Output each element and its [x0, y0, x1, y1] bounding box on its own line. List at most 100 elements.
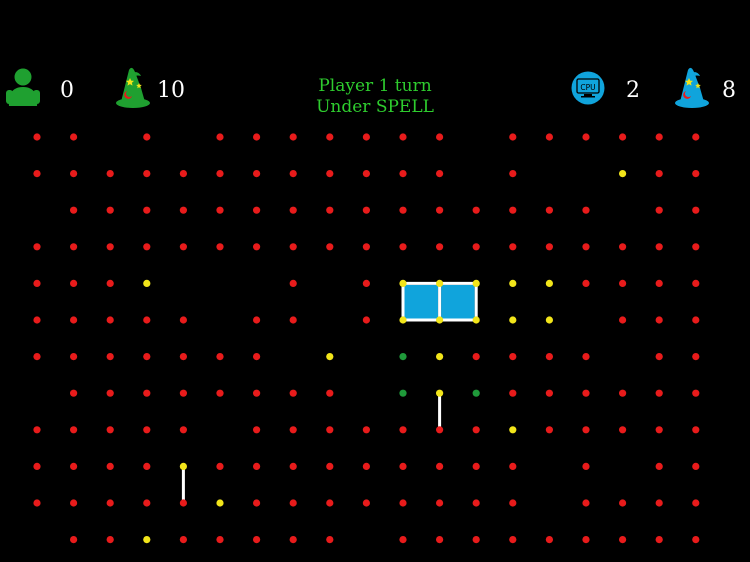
grid-dot[interactable]: [253, 426, 261, 434]
grid-dot[interactable]: [545, 536, 554, 544]
grid-dot[interactable]: [655, 426, 663, 434]
grid-dot-hint[interactable]: [399, 389, 407, 397]
grid-dot[interactable]: [106, 499, 114, 507]
grid-dot[interactable]: [582, 243, 590, 251]
grid-dot[interactable]: [692, 499, 700, 507]
grid-dot[interactable]: [70, 133, 78, 141]
grid-dot[interactable]: [472, 462, 480, 470]
grid-dot[interactable]: [326, 243, 334, 251]
grid-dot[interactable]: [106, 243, 114, 251]
grid-dot-hint[interactable]: [472, 389, 480, 397]
grid-dot[interactable]: [582, 389, 590, 397]
grid-dot-active[interactable]: [399, 316, 407, 324]
grid-dot[interactable]: [436, 536, 444, 544]
grid-dot[interactable]: [655, 279, 663, 287]
grid-dot-active[interactable]: [436, 279, 444, 287]
grid-dot[interactable]: [692, 389, 700, 397]
grid-dot[interactable]: [106, 206, 114, 214]
grid-dot-active[interactable]: [436, 353, 444, 361]
grid-dot[interactable]: [289, 316, 297, 324]
grid-dot[interactable]: [655, 243, 663, 251]
grid-dot[interactable]: [619, 499, 627, 507]
grid-dot[interactable]: [399, 243, 407, 251]
grid-dot[interactable]: [106, 462, 114, 470]
grid-dot[interactable]: [619, 316, 627, 324]
grid-dot-active[interactable]: [216, 499, 224, 507]
grid-dot[interactable]: [253, 206, 261, 214]
grid-dot[interactable]: [545, 206, 554, 214]
grid-dot[interactable]: [106, 389, 114, 397]
grid-dot[interactable]: [472, 536, 480, 544]
grid-dot[interactable]: [545, 243, 554, 251]
grid-dot[interactable]: [179, 243, 187, 251]
grid-dot[interactable]: [70, 536, 78, 544]
grid-dot[interactable]: [692, 243, 700, 251]
grid-dot[interactable]: [143, 133, 151, 141]
grid-dot[interactable]: [106, 353, 114, 361]
grid-dot[interactable]: [253, 389, 261, 397]
grid-dot[interactable]: [692, 133, 700, 141]
grid-dot[interactable]: [362, 243, 370, 251]
grid-dot[interactable]: [253, 536, 261, 544]
grid-dot[interactable]: [106, 279, 114, 287]
grid-dot[interactable]: [143, 426, 151, 434]
grid-dot-active[interactable]: [399, 279, 407, 287]
grid-dot[interactable]: [326, 389, 334, 397]
grid-dot[interactable]: [179, 170, 187, 178]
grid-dot[interactable]: [216, 243, 224, 251]
grid-dot[interactable]: [253, 170, 261, 178]
grid-dot[interactable]: [655, 499, 663, 507]
grid-dot[interactable]: [216, 133, 224, 141]
grid-dot[interactable]: [362, 206, 370, 214]
grid-dot[interactable]: [179, 426, 187, 434]
grid-dot[interactable]: [362, 462, 370, 470]
grid-dot[interactable]: [619, 389, 627, 397]
grid-dot[interactable]: [436, 462, 444, 470]
grid-dot[interactable]: [436, 243, 444, 251]
grid-dot[interactable]: [216, 206, 224, 214]
grid-dot[interactable]: [33, 426, 41, 434]
grid-dot[interactable]: [509, 243, 517, 251]
grid-dot[interactable]: [326, 462, 334, 470]
grid-dot[interactable]: [143, 389, 151, 397]
grid-dot[interactable]: [472, 243, 480, 251]
grid-dot[interactable]: [179, 316, 187, 324]
grid-dot[interactable]: [33, 462, 41, 470]
grid-dot[interactable]: [655, 536, 663, 544]
grid-dot[interactable]: [509, 389, 517, 397]
grid-dot[interactable]: [655, 462, 663, 470]
grid-dot[interactable]: [216, 536, 224, 544]
grid-dot[interactable]: [143, 206, 151, 214]
grid-dot[interactable]: [362, 170, 370, 178]
grid-dot-active[interactable]: [436, 316, 444, 324]
grid-dot[interactable]: [509, 133, 517, 141]
grid-dot[interactable]: [509, 499, 517, 507]
grid-dot[interactable]: [326, 426, 334, 434]
grid-dot[interactable]: [582, 133, 590, 141]
grid-dot[interactable]: [33, 243, 41, 251]
grid-dot[interactable]: [289, 426, 297, 434]
grid-dot[interactable]: [362, 499, 370, 507]
grid-dot-hint[interactable]: [399, 353, 407, 361]
grid-dot[interactable]: [692, 316, 700, 324]
grid-dot[interactable]: [326, 536, 334, 544]
grid-dot[interactable]: [143, 353, 151, 361]
grid-dot[interactable]: [582, 499, 590, 507]
grid-dot[interactable]: [326, 170, 334, 178]
grid-dot[interactable]: [326, 206, 334, 214]
grid-dot[interactable]: [436, 206, 444, 214]
grid-dot[interactable]: [33, 353, 41, 361]
grid-dot[interactable]: [289, 170, 297, 178]
grid-dot[interactable]: [545, 353, 554, 361]
grid-dot[interactable]: [655, 353, 663, 361]
grid-dot[interactable]: [216, 170, 224, 178]
grid-dot[interactable]: [692, 536, 700, 544]
grid-dot[interactable]: [326, 499, 334, 507]
grid-dot-active[interactable]: [326, 353, 334, 361]
grid-dot[interactable]: [253, 499, 261, 507]
grid-dot[interactable]: [289, 206, 297, 214]
grid-dot[interactable]: [70, 389, 78, 397]
grid-dot[interactable]: [509, 536, 517, 544]
grid-dot[interactable]: [106, 170, 114, 178]
grid-dot[interactable]: [253, 462, 261, 470]
